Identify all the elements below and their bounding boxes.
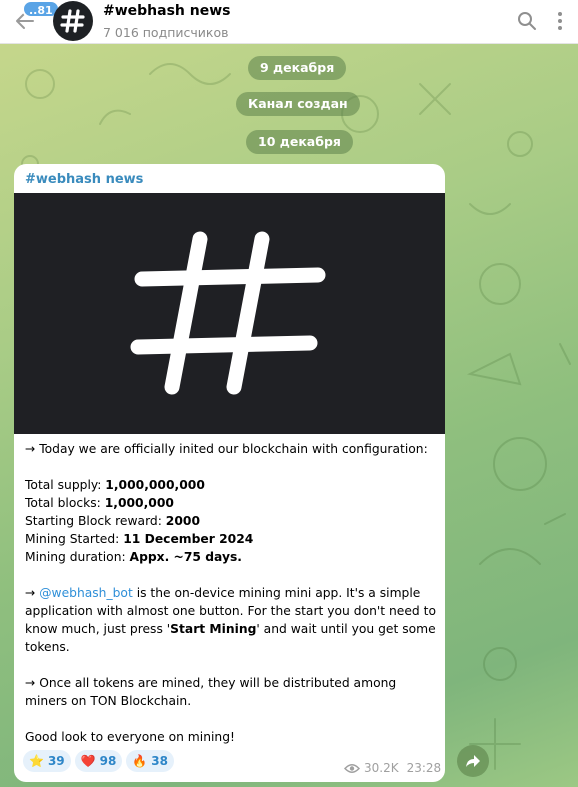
- message-meta: 30.2K 23:28: [344, 761, 441, 775]
- date-separator: 10 декабря: [246, 130, 353, 154]
- fire-icon: 🔥: [132, 754, 148, 768]
- message-author[interactable]: #webhash news: [25, 172, 143, 187]
- reactions-bar: ⭐ 39 ❤️ 98 🔥 38: [23, 750, 174, 772]
- message-image[interactable]: [14, 193, 445, 434]
- channel-created-notice: Канал создан: [236, 92, 360, 116]
- config-line: Total supply: 1,000,000,000: [25, 478, 205, 492]
- star-icon: ⭐: [29, 754, 44, 768]
- bot-paragraph: → @webhash_bot is the on-device mining m…: [25, 586, 436, 654]
- share-button[interactable]: [457, 745, 489, 777]
- reaction-heart[interactable]: ❤️ 98: [74, 750, 123, 772]
- reaction-count: 98: [99, 754, 117, 768]
- search-button[interactable]: [514, 8, 540, 34]
- search-icon: [518, 12, 536, 30]
- date-separator: 9 декабря: [248, 56, 347, 80]
- config-line: Mining duration: Appx. ~75 days.: [25, 550, 242, 564]
- distribution-paragraph: → Once all tokens are mined, they will b…: [25, 676, 397, 708]
- heart-icon: ❤️: [80, 754, 96, 768]
- share-arrow-icon: [466, 755, 480, 767]
- config-line: Mining Started: 11 December 2024: [25, 532, 254, 546]
- more-button[interactable]: [550, 8, 570, 34]
- reaction-count: 38: [151, 754, 168, 768]
- more-vertical-icon: [558, 12, 562, 30]
- intro-line: → Today we are officially inited our blo…: [25, 442, 428, 456]
- message-text: → Today we are officially inited our blo…: [25, 440, 437, 746]
- bot-link[interactable]: @webhash_bot: [39, 586, 133, 600]
- subscriber-count: 7 016 подписчиков: [103, 25, 229, 40]
- reaction-fire[interactable]: 🔥 38: [126, 750, 174, 772]
- config-line: Starting Block reward: 2000: [25, 514, 201, 528]
- chat-header: ..81 #webhash news 7 016 подписчиков: [0, 0, 578, 44]
- message-time: 23:28: [406, 761, 442, 775]
- closing-line: Good look to everyone on mining!: [25, 730, 235, 744]
- channel-info[interactable]: #webhash news 7 016 подписчиков: [103, 2, 231, 42]
- reaction-star[interactable]: ⭐ 39: [23, 750, 71, 772]
- view-count: 30.2K: [364, 761, 399, 775]
- hash-symbol-image: [130, 231, 325, 394]
- message-bubble: #webhash news → Today we are officially …: [14, 164, 445, 782]
- channel-avatar[interactable]: [53, 1, 93, 41]
- hash-logo-icon: [60, 9, 85, 33]
- reaction-count: 39: [47, 754, 65, 768]
- config-line: Total blocks: 1,000,000: [25, 496, 174, 510]
- eye-icon: [344, 763, 360, 773]
- channel-title: #webhash news: [103, 3, 231, 19]
